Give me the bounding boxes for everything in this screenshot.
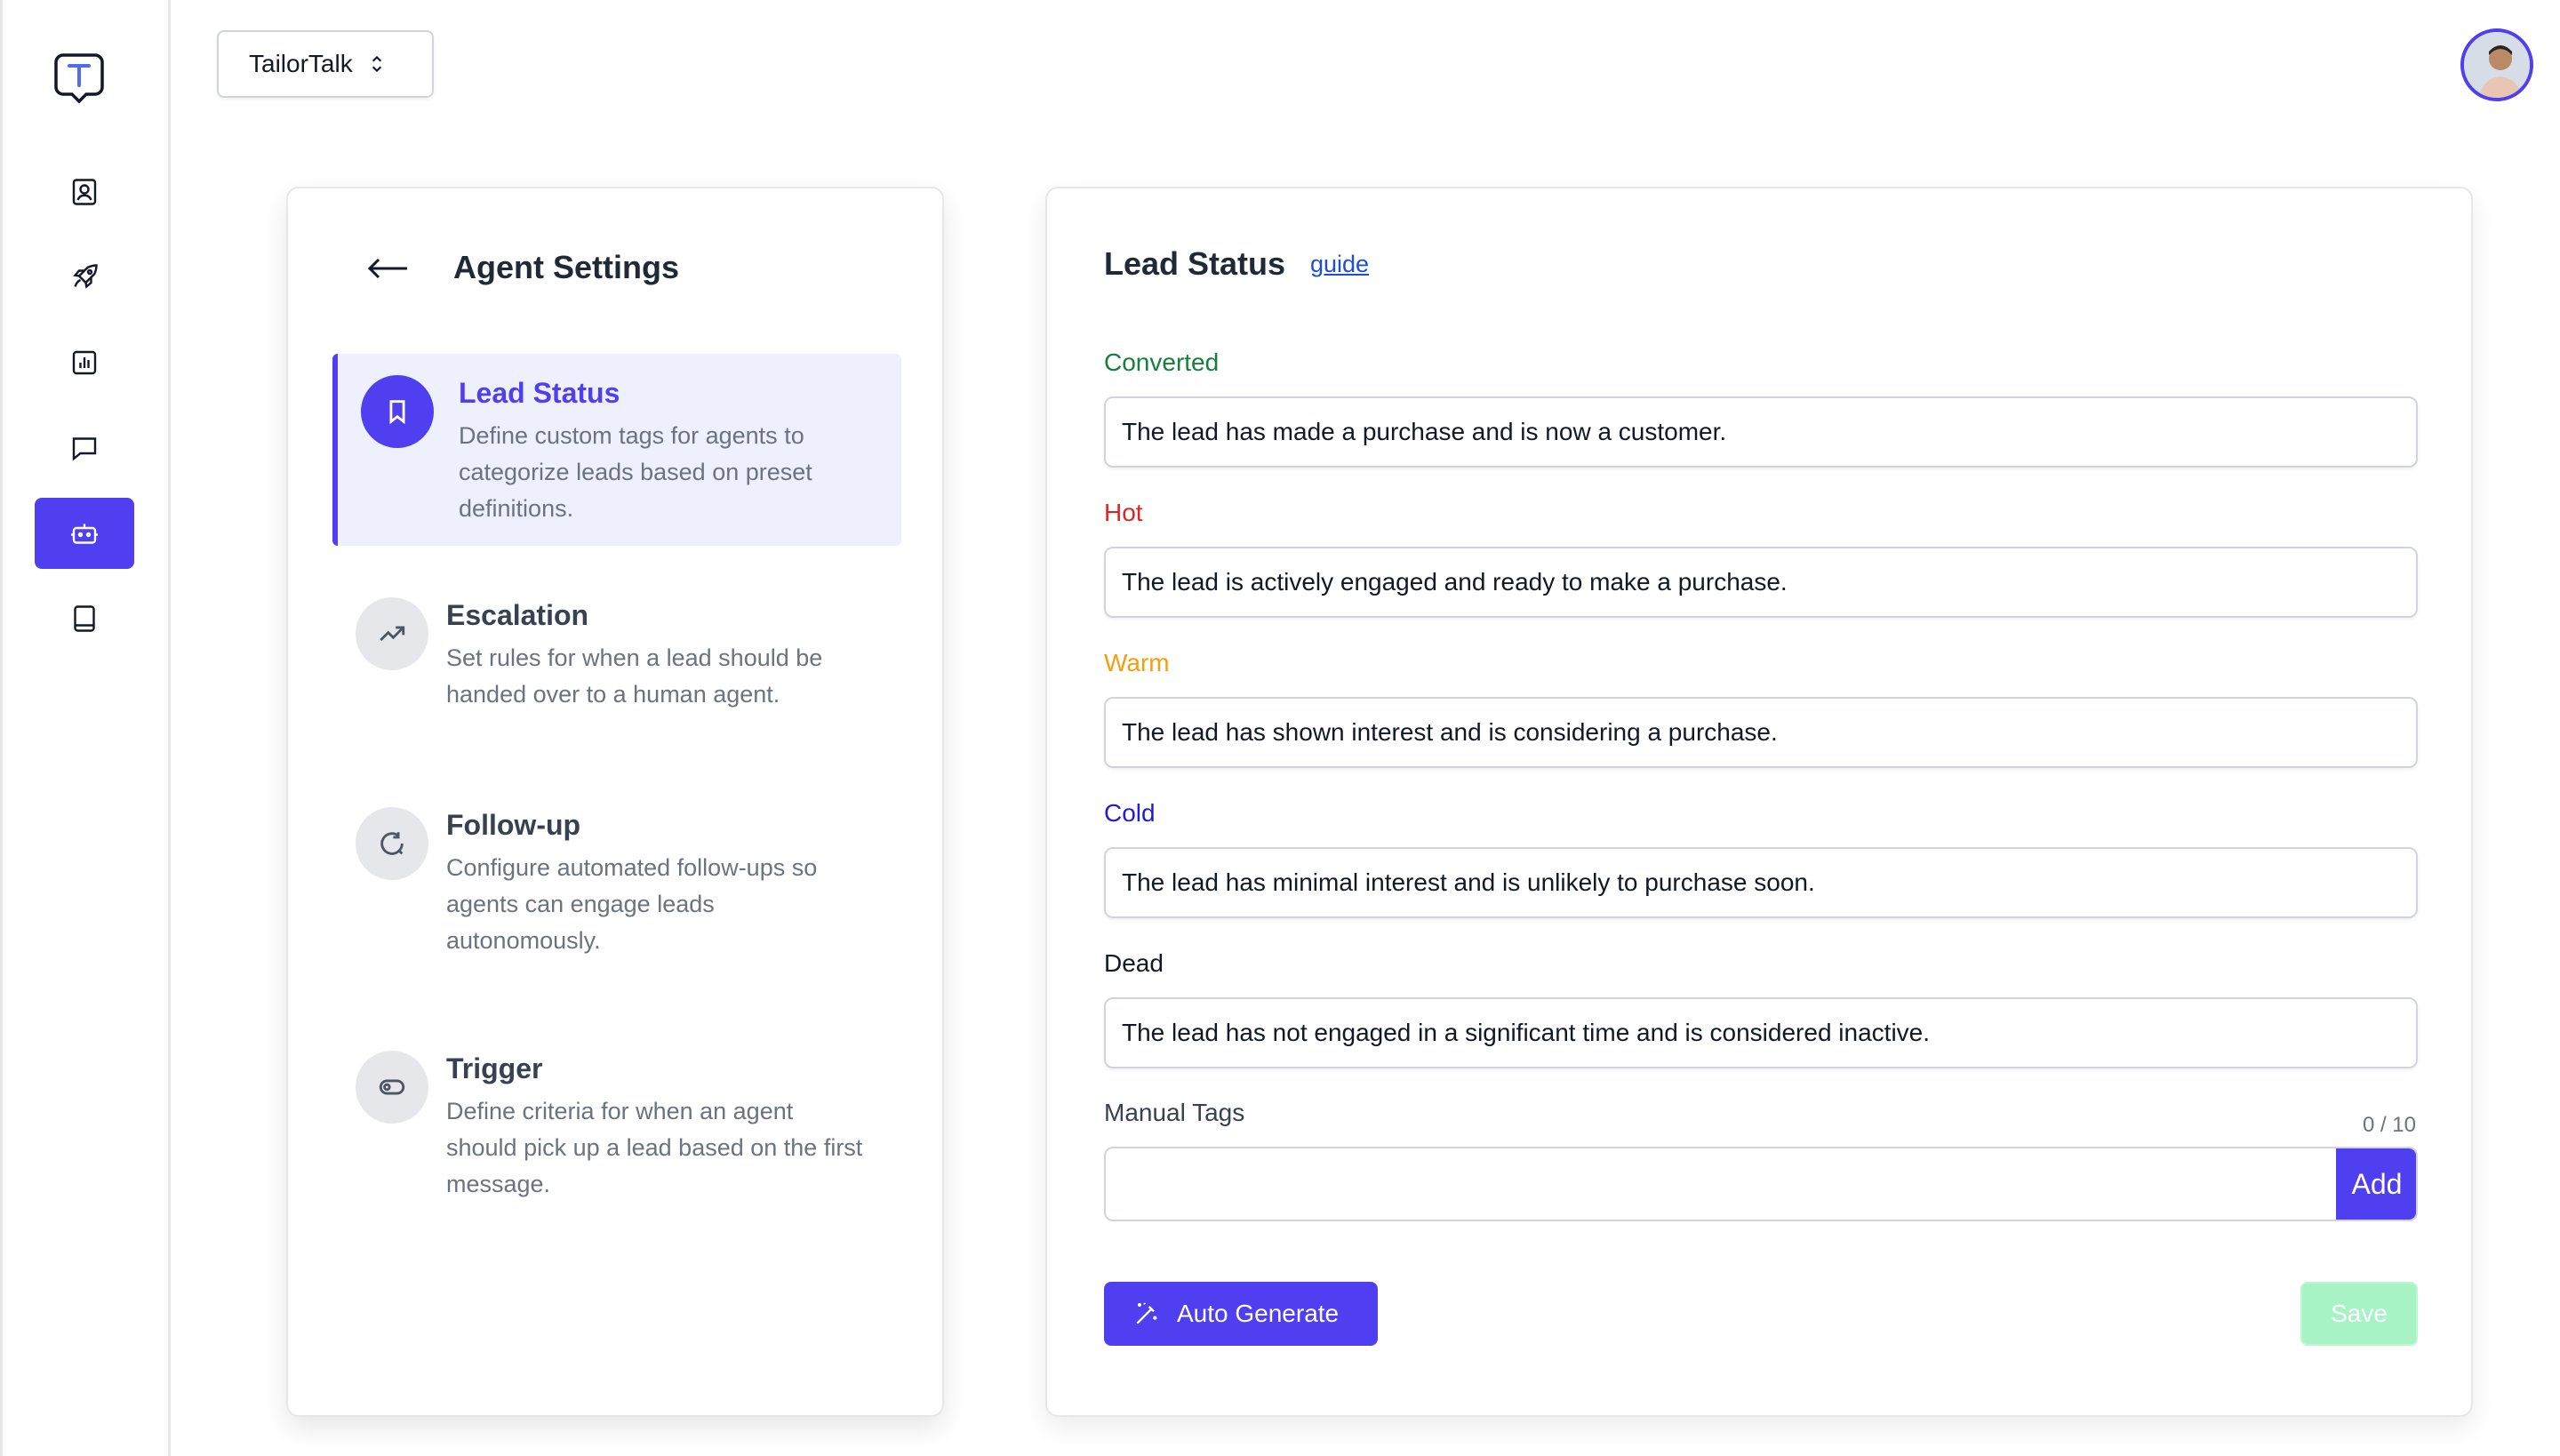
status-label-converted: Converted — [1104, 348, 1220, 376]
back-arrow-icon[interactable] — [366, 251, 411, 286]
analytics-icon — [72, 350, 97, 375]
status-input-converted[interactable]: The lead has made a purchase and is now … — [1104, 396, 2418, 468]
auto-generate-label: Auto Generate — [1177, 1300, 1340, 1327]
manual-tags-label: Manual Tags — [1104, 1099, 1245, 1126]
chat-icon — [72, 437, 97, 461]
chevron-up-down-icon — [372, 55, 381, 73]
status-label-warm: Warm — [1104, 649, 1170, 676]
agent-settings-title: Agent Settings — [453, 249, 680, 285]
setting-title: Lead Status — [459, 377, 620, 409]
add-tag-button[interactable]: Add — [2336, 1148, 2416, 1220]
status-input-dead[interactable]: The lead has not engaged in a significan… — [1104, 997, 2418, 1068]
nav-campaigns[interactable] — [35, 242, 134, 313]
tailortalk-logo-icon[interactable] — [51, 50, 108, 107]
tag-counter: 0 / 10 — [2362, 1113, 2416, 1137]
lead-status-title: Lead Status — [1104, 245, 1286, 282]
toggle-icon — [356, 1051, 428, 1124]
setting-title: Follow-up — [446, 809, 581, 841]
setting-desc: Define custom tags for agents to categor… — [459, 422, 812, 522]
lead-status-panel: Lead Status guide Converted The lead has… — [1045, 187, 2473, 1417]
nav-knowledge[interactable] — [35, 583, 134, 654]
auto-generate-button[interactable]: Auto Generate — [1104, 1282, 1378, 1346]
contacts-icon — [72, 179, 97, 205]
refresh-icon — [356, 807, 428, 880]
setting-title: Trigger — [446, 1052, 543, 1084]
agent-settings-panel: Agent Settings Lead Status Define custom… — [286, 187, 944, 1417]
book-icon — [74, 605, 95, 632]
workspace-selector[interactable]: TailorTalk — [217, 30, 434, 98]
setting-desc: Set rules for when a lead should be hand… — [446, 644, 823, 708]
status-input-warm[interactable]: The lead has shown interest and is consi… — [1104, 697, 2418, 768]
status-input-cold[interactable]: The lead has minimal interest and is unl… — [1104, 847, 2418, 918]
setting-escalation[interactable]: Escalation Set rules for when a lead sho… — [332, 576, 901, 736]
bookmark-icon — [361, 375, 434, 448]
trending-up-icon — [356, 597, 428, 670]
setting-desc: Define criteria for when an agent should… — [446, 1098, 863, 1197]
manual-tag-input[interactable]: Add — [1104, 1147, 2418, 1221]
rocket-icon — [73, 264, 98, 289]
setting-trigger[interactable]: Trigger Define criteria for when an agen… — [332, 1029, 901, 1207]
guide-link[interactable]: guide — [1310, 251, 1369, 278]
magic-wand-icon — [1136, 1302, 1157, 1324]
setting-lead-status[interactable]: Lead Status Define custom tags for agent… — [332, 354, 901, 546]
status-label-dead: Dead — [1104, 949, 1164, 977]
nav-analytics[interactable] — [35, 327, 134, 398]
setting-title: Escalation — [446, 599, 589, 631]
nav-conversations[interactable] — [35, 412, 134, 484]
status-label-cold: Cold — [1104, 799, 1156, 827]
status-input-hot[interactable]: The lead is actively engaged and ready t… — [1104, 547, 2418, 618]
save-button[interactable]: Save — [2300, 1282, 2418, 1346]
bot-icon — [71, 524, 98, 544]
setting-desc: Configure automated follow-ups so agents… — [446, 854, 818, 954]
nav-agents[interactable] — [35, 498, 134, 569]
user-avatar[interactable] — [2460, 28, 2533, 101]
workspace-name: TailorTalk — [249, 50, 353, 77]
sidebar — [0, 0, 171, 1456]
status-label-hot: Hot — [1104, 499, 1143, 526]
setting-follow-up[interactable]: Follow-up Configure automated follow-ups… — [332, 786, 901, 964]
nav-contacts[interactable] — [35, 156, 134, 228]
